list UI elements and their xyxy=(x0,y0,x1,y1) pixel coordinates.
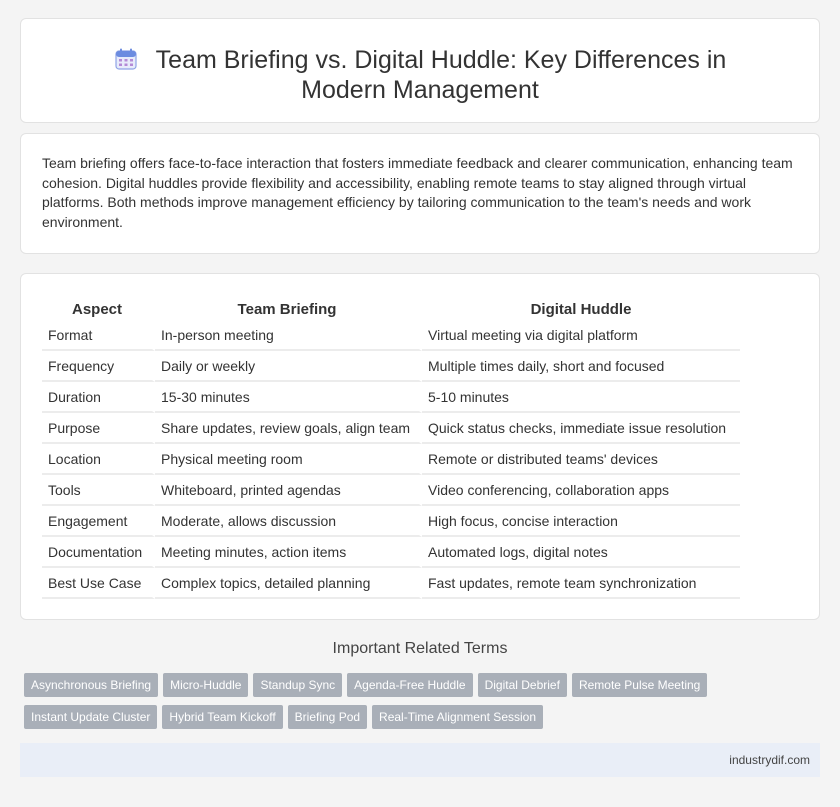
digital-huddle-cell: 5-10 minutes xyxy=(422,382,740,413)
related-term-tag[interactable]: Real-Time Alignment Session xyxy=(372,705,544,729)
digital-huddle-cell: High focus, concise interaction xyxy=(422,506,740,537)
related-terms-row-2: Instant Update Cluster Hybrid Team Kickof… xyxy=(24,705,824,729)
team-briefing-cell: Daily or weekly xyxy=(155,351,422,382)
digital-huddle-cell: Video conferencing, collaboration apps xyxy=(422,475,740,506)
digital-huddle-cell: Quick status checks, immediate issue res… xyxy=(422,413,740,444)
comparison-card: Aspect Team Briefing Digital Huddle Form… xyxy=(20,273,820,620)
intro-card: Team briefing offers face-to-face intera… xyxy=(20,133,820,254)
aspect-cell: Location xyxy=(42,444,155,475)
title-card: Team Briefing vs. Digital Huddle: Key Di… xyxy=(20,18,820,123)
digital-huddle-cell: Virtual meeting via digital platform xyxy=(422,320,740,351)
table-row: Duration 15-30 minutes 5-10 minutes xyxy=(42,382,740,413)
aspect-cell: Tools xyxy=(42,475,155,506)
digital-huddle-cell: Multiple times daily, short and focused xyxy=(422,351,740,382)
table-row: Documentation Meeting minutes, action ite… xyxy=(42,537,740,568)
related-term-tag[interactable]: Standup Sync xyxy=(253,673,343,697)
comparison-table: Aspect Team Briefing Digital Huddle Form… xyxy=(42,296,740,599)
table-row: Best Use Case Complex topics, detailed pl… xyxy=(42,568,740,599)
aspect-cell: Format xyxy=(42,320,155,351)
table-row: Purpose Share updates, review goals, alig… xyxy=(42,413,740,444)
header-aspect: Aspect xyxy=(42,296,155,320)
aspect-cell: Engagement xyxy=(42,506,155,537)
related-term-tag[interactable]: Agenda-Free Huddle xyxy=(347,673,473,697)
team-briefing-cell: Complex topics, detailed planning xyxy=(155,568,422,599)
aspect-cell: Documentation xyxy=(42,537,155,568)
related-term-tag[interactable]: Micro-Huddle xyxy=(163,673,249,697)
calendar-icon xyxy=(115,48,137,70)
related-term-tag[interactable]: Remote Pulse Meeting xyxy=(571,673,708,697)
page-title-text: Team Briefing vs. Digital Huddle: Key Di… xyxy=(155,46,727,104)
related-term-tag[interactable]: Briefing Pod xyxy=(287,705,368,729)
related-term-tag[interactable]: Hybrid Team Kickoff xyxy=(162,705,283,729)
team-briefing-cell: Share updates, review goals, align team xyxy=(155,413,422,444)
aspect-cell: Best Use Case xyxy=(42,568,155,599)
digital-huddle-cell: Automated logs, digital notes xyxy=(422,537,740,568)
table-row: Engagement Moderate, allows discussion Hig… xyxy=(42,506,740,537)
digital-huddle-cell: Remote or distributed teams' devices xyxy=(422,444,740,475)
header-digital-huddle: Digital Huddle xyxy=(530,300,632,318)
team-briefing-cell: Physical meeting room xyxy=(155,444,422,475)
team-briefing-cell: Meeting minutes, action items xyxy=(155,537,422,568)
team-briefing-cell: Moderate, allows discussion xyxy=(155,506,422,537)
header-team-briefing: Team Briefing xyxy=(155,296,422,320)
footer: industrydif.com xyxy=(20,743,820,777)
table-row: Location Physical meeting room Remote or d… xyxy=(42,444,740,475)
related-terms-title: Important Related Terms xyxy=(332,640,508,657)
intro-paragraph: Team briefing offers face-to-face intera… xyxy=(42,155,793,230)
digital-huddle-cell: Fast updates, remote team synchronizatio… xyxy=(422,568,740,599)
team-briefing-cell: In-person meeting xyxy=(155,320,422,351)
team-briefing-cell: 15-30 minutes xyxy=(155,382,422,413)
aspect-cell: Purpose xyxy=(42,413,155,444)
related-term-tag[interactable]: Instant Update Cluster xyxy=(24,705,158,729)
related-terms-row-1: Asynchronous Briefing Micro-Huddle Standup… xyxy=(24,673,824,697)
page-title: Team Briefing vs. Digital Huddle: Key Di… xyxy=(81,45,759,105)
related-term-tag[interactable]: Digital Debrief xyxy=(477,673,567,697)
related-term-tag[interactable]: Asynchronous Briefing xyxy=(24,673,159,697)
aspect-cell: Frequency xyxy=(42,351,155,382)
team-briefing-cell: Whiteboard, printed agendas xyxy=(155,475,422,506)
table-header-row: Aspect Team Briefing Digital Huddle xyxy=(42,296,740,320)
footer-source: industrydif.com xyxy=(729,753,810,767)
table-row: Frequency Daily or weekly Multiple times d… xyxy=(42,351,740,382)
table-row: Format In-person meeting Virtual meeting v… xyxy=(42,320,740,351)
aspect-cell: Duration xyxy=(42,382,155,413)
table-row: Tools Whiteboard, printed agendas Video co… xyxy=(42,475,740,506)
